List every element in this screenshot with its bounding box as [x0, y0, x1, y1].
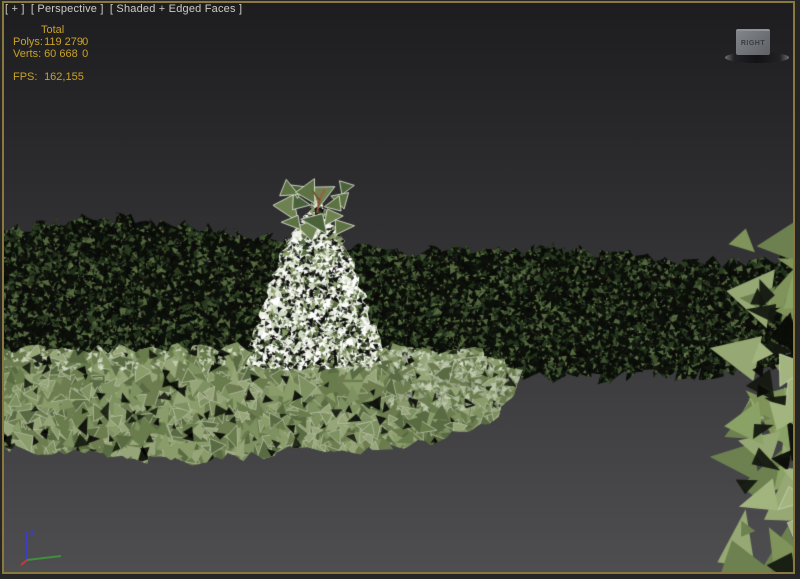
stats-polys-row: Polys: 119 279 0 — [13, 36, 88, 48]
z-axis-label: z — [30, 527, 35, 537]
stats-polys-label: Polys: — [13, 36, 41, 48]
right-foreground-plant-object[interactable] — [722, 230, 800, 574]
viewcube-right-face[interactable]: RIGHT — [736, 29, 770, 55]
viewcube[interactable]: RIGHT — [724, 26, 790, 66]
stats-verts-total: 60 668 — [44, 48, 79, 60]
world-axis-gizmo: z — [12, 522, 72, 572]
viewport-shading-menu-button[interactable]: [ Shaded + Edged Faces ] — [110, 3, 242, 15]
viewport-statistics: Total Polys: 119 279 0 Verts: 60 668 0 F… — [13, 24, 88, 83]
stats-fps-value: 162,155 — [44, 71, 79, 83]
stats-polys-total: 119 279 — [44, 36, 79, 48]
stats-fps-label: FPS: — [13, 71, 41, 83]
max-viewport-screen: [ + ] [ Perspective ] [ Shaded + Edged F… — [0, 0, 800, 579]
stats-fps-row: FPS: 162,155 — [13, 71, 88, 83]
stats-verts-label: Verts: — [13, 48, 41, 60]
viewport-label: [ + ] [ Perspective ] [ Shaded + Edged F… — [5, 2, 245, 16]
stats-total-header: Total — [41, 24, 88, 36]
viewport-general-menu-button[interactable]: [ + ] — [5, 3, 25, 15]
y-axis-line — [27, 556, 61, 560]
stats-verts-row: Verts: 60 668 0 — [13, 48, 88, 60]
selected-topiary-cone-object[interactable] — [245, 182, 387, 369]
stats-verts-delta: 0 — [82, 48, 88, 60]
stats-polys-delta: 0 — [82, 36, 88, 48]
viewport-pov-menu-button[interactable]: [ Perspective ] — [31, 3, 104, 15]
x-axis-line — [21, 560, 27, 565]
